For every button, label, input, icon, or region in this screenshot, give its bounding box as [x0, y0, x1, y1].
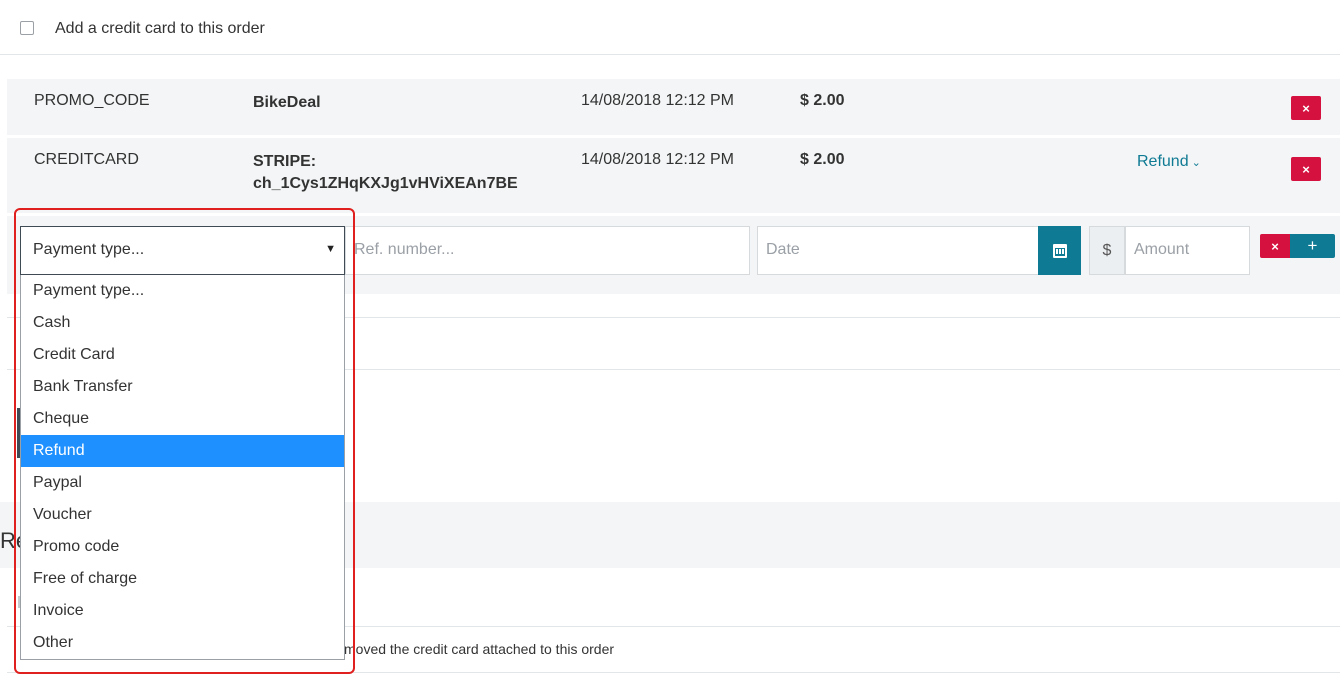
refund-dropdown-link[interactable]: Refund ⌄ [1137, 153, 1201, 171]
amount-input[interactable]: Amount [1125, 226, 1250, 275]
date-picker-button[interactable] [1038, 226, 1081, 275]
dropdown-option-highlighted[interactable]: Refund [21, 435, 344, 467]
payment-type: CREDITCARD [34, 151, 139, 168]
date-input[interactable]: Date [757, 226, 1039, 275]
delete-payment-button[interactable]: × [1291, 96, 1321, 120]
payment-reference-line: ch_1Cys1ZHqKXJg1vHViXEAn7BE [253, 175, 518, 192]
dropdown-option[interactable]: Invoice [21, 595, 344, 627]
close-icon: × [1302, 100, 1310, 116]
dropdown-option[interactable]: Other [21, 627, 344, 659]
payment-amount: $ 2.00 [800, 92, 845, 109]
cancel-payment-button[interactable]: × [1260, 234, 1290, 258]
dropdown-option[interactable]: Payment type... [21, 275, 344, 307]
dropdown-option[interactable]: Bank Transfer [21, 371, 344, 403]
refund-link-label: Refund [1137, 153, 1189, 170]
currency-addon: $ [1089, 226, 1125, 275]
dropdown-option[interactable]: Promo code [21, 531, 344, 563]
dropdown-option[interactable]: Cash [21, 307, 344, 339]
payment-reference: STRIPE: ch_1Cys1ZHqKXJg1vHViXEAn7BE [253, 151, 518, 195]
payment-date: 14/08/2018 12:12 PM [581, 92, 735, 109]
dropdown-option[interactable]: Credit Card [21, 339, 344, 371]
order-payments-page: Add a credit card to this order PROMO_CO… [0, 0, 1340, 684]
payment-reference-line: STRIPE: [253, 153, 317, 170]
dropdown-option[interactable]: Paypal [21, 467, 344, 499]
dropdown-option[interactable]: Free of charge [21, 563, 344, 595]
dropdown-option[interactable]: Cheque [21, 403, 344, 435]
dropdown-option[interactable]: Voucher [21, 499, 344, 531]
add-credit-card-checkbox[interactable] [20, 21, 34, 35]
close-icon: × [1271, 238, 1279, 254]
ref-number-input[interactable]: Ref. number... [345, 226, 750, 275]
add-payment-button[interactable]: + [1290, 234, 1335, 258]
calendar-icon [1052, 243, 1067, 258]
payment-reference: BikeDeal [253, 94, 321, 111]
add-credit-card-row: Add a credit card to this order [0, 0, 1340, 55]
payment-date: 14/08/2018 12:12 PM [581, 151, 735, 168]
add-credit-card-label[interactable]: Add a credit card to this order [55, 20, 265, 38]
payment-amount: $ 2.00 [800, 151, 845, 168]
payment-row: CREDITCARD STRIPE: ch_1Cys1ZHqKXJg1vHViX… [7, 138, 1340, 213]
caret-down-icon: ▼ [325, 243, 336, 255]
removed-card-note: moved the credit card attached to this o… [344, 641, 615, 657]
payment-type-select-value: Payment type... [33, 241, 145, 258]
payment-row: PROMO_CODE BikeDeal 14/08/2018 12:12 PM … [7, 79, 1340, 135]
payment-type: PROMO_CODE [34, 92, 150, 109]
payment-type-select[interactable]: Payment type... ▼ [20, 226, 345, 275]
payment-type-dropdown: Payment type... Cash Credit Card Bank Tr… [20, 275, 345, 660]
plus-icon: + [1307, 236, 1318, 255]
close-icon: × [1302, 161, 1310, 177]
divider [7, 672, 1340, 673]
chevron-down-icon: ⌄ [1191, 157, 1201, 169]
delete-payment-button[interactable]: × [1291, 157, 1321, 181]
